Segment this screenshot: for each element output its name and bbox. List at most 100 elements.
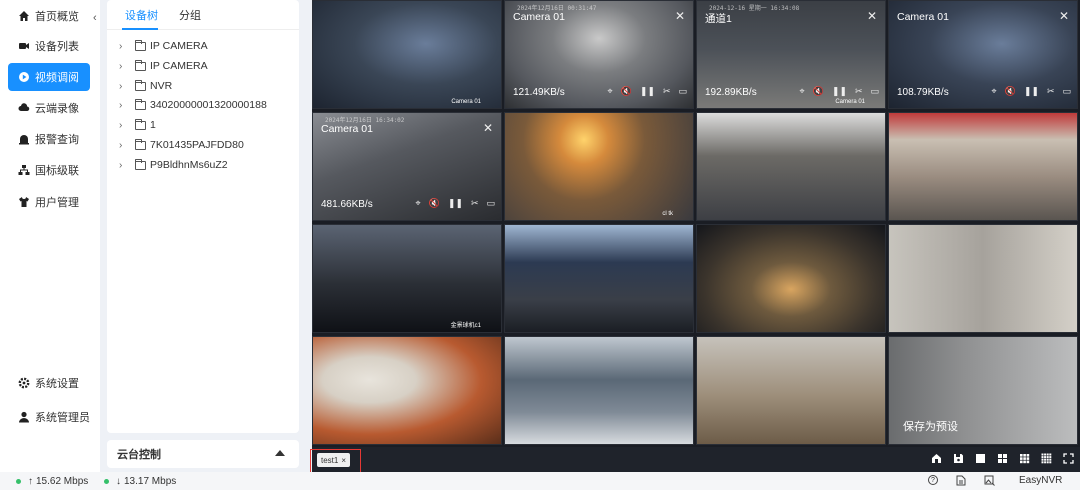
- nav-user-manage[interactable]: 用户管理: [8, 188, 90, 216]
- ptz-icon[interactable]: ⌖: [992, 86, 997, 97]
- nav-device-list[interactable]: 设备列表: [8, 32, 90, 60]
- cell-overlay-tag: 金景球机c1: [450, 323, 481, 329]
- nav-home[interactable]: 首页概览: [8, 2, 90, 30]
- video-grid: Camera 01 2024年12月16日 00:31:47 Camera 01 ✕ 1…: [312, 0, 1080, 447]
- mute-icon[interactable]: 🔇: [1005, 86, 1016, 97]
- video-cell[interactable]: 金景球机c1: [312, 224, 502, 333]
- snapshot-scissors-icon[interactable]: ✂: [1047, 86, 1055, 97]
- preset-chip-label: test1: [321, 455, 339, 465]
- collapse-sidebar-icon[interactable]: ‹: [93, 12, 97, 24]
- snapshot-scissors-icon[interactable]: ✂: [663, 86, 671, 97]
- pause-icon[interactable]: ❚❚: [640, 86, 655, 97]
- cell-controls: ⌖ 🔇 ❚❚ ✂ ▭: [608, 86, 687, 97]
- video-cell[interactable]: [696, 224, 886, 333]
- user-shirt-icon: [18, 196, 30, 208]
- pause-icon[interactable]: ❚❚: [448, 198, 463, 209]
- tree-node[interactable]: › IP CAMERA: [119, 37, 208, 55]
- nav-label: 云端录像: [35, 103, 79, 115]
- video-cell[interactable]: [504, 224, 694, 333]
- chevron-right-icon[interactable]: ›: [119, 81, 135, 92]
- tree-node[interactable]: › 1: [119, 116, 156, 134]
- home-layout-icon[interactable]: [931, 453, 942, 464]
- close-icon[interactable]: ✕: [1059, 9, 1069, 23]
- video-cell[interactable]: [888, 224, 1078, 333]
- video-cell[interactable]: [888, 112, 1078, 221]
- close-icon[interactable]: ✕: [483, 121, 493, 135]
- document-icon[interactable]: [956, 475, 966, 486]
- preset-chip[interactable]: test1 ×: [317, 453, 351, 467]
- cell-camera-name: Camera 01: [321, 123, 373, 135]
- video-cell[interactable]: [696, 336, 886, 445]
- record-icon[interactable]: ▭: [1062, 86, 1071, 97]
- video-cell[interactable]: Camera 01: [312, 0, 502, 109]
- mute-icon[interactable]: 🔇: [429, 198, 440, 209]
- record-icon[interactable]: ▭: [678, 86, 687, 97]
- video-cell[interactable]: [312, 336, 502, 445]
- help-icon[interactable]: ?: [928, 475, 938, 485]
- chevron-right-icon[interactable]: ›: [119, 160, 135, 171]
- video-cell[interactable]: cl tk: [504, 112, 694, 221]
- layout-9-icon[interactable]: [1019, 453, 1030, 464]
- nav-cloud-record[interactable]: 云端录像: [8, 94, 90, 122]
- nav-label: 首页概览: [35, 11, 79, 23]
- status-bar: ↑ 15.62 Mbps ↓ 13.17 Mbps ? EasyNVR: [0, 472, 1080, 490]
- tab-indicator: [122, 28, 158, 30]
- status-dot: [16, 479, 21, 484]
- video-cell[interactable]: 2024年12月16日 00:31:47 Camera 01 ✕ 121.49KB/s…: [504, 0, 694, 109]
- close-icon[interactable]: ✕: [867, 9, 877, 23]
- nav-label: 国标级联: [35, 165, 79, 177]
- sidebar: 首页概览 设备列表 视频调阅 云端录像 报警查询 国标级联 用户管理 系统设置 …: [0, 0, 100, 472]
- ptz-icon[interactable]: ⌖: [416, 198, 421, 209]
- tree-node[interactable]: › 7K01435PAJFDD80: [119, 136, 244, 154]
- tree-node[interactable]: › IP CAMERA: [119, 57, 208, 75]
- ptz-control-header[interactable]: 云台控制: [107, 440, 299, 468]
- record-icon[interactable]: ▭: [486, 198, 495, 209]
- video-cell[interactable]: 保存为预设: [888, 336, 1078, 445]
- fullscreen-icon[interactable]: [1063, 453, 1074, 464]
- tree-node[interactable]: › P9BldhnMs6uZ2: [119, 156, 228, 174]
- snapshot-scissors-icon[interactable]: ✂: [471, 198, 479, 209]
- nav-settings[interactable]: 系统设置: [8, 369, 90, 397]
- tree-node[interactable]: › NVR: [119, 77, 172, 95]
- pause-icon[interactable]: ❚❚: [1024, 86, 1039, 97]
- close-icon[interactable]: ×: [341, 456, 346, 465]
- layout-4-icon[interactable]: [997, 453, 1008, 464]
- save-preset-label[interactable]: 保存为预设: [903, 418, 958, 434]
- nav-cascade[interactable]: 国标级联: [8, 156, 90, 184]
- ptz-icon[interactable]: ⌖: [608, 86, 613, 97]
- tree-node-label: P9BldhnMs6uZ2: [150, 159, 228, 171]
- close-icon[interactable]: ✕: [675, 9, 685, 23]
- collapse-triangle-icon[interactable]: [275, 450, 285, 456]
- chevron-right-icon[interactable]: ›: [119, 140, 135, 151]
- tree-node[interactable]: › 34020000001320000188: [119, 96, 267, 114]
- snapshot-scissors-icon[interactable]: ✂: [855, 86, 863, 97]
- mute-icon[interactable]: 🔇: [813, 86, 824, 97]
- video-cell[interactable]: 2024-12-16 星期一 16:34:08 通道1 ✕ 192.89KB/s ⌖ 🔇 ❚…: [696, 0, 886, 109]
- layout-16-icon[interactable]: [1041, 453, 1052, 464]
- nav-admin[interactable]: 系统管理员: [8, 403, 90, 431]
- nav-video-view[interactable]: 视频调阅: [8, 63, 90, 91]
- video-cell[interactable]: Camera 01 ✕ 108.79KB/s ⌖ 🔇 ❚❚ ✂ ▭: [888, 0, 1078, 109]
- tab-group[interactable]: 分组: [179, 7, 201, 23]
- mute-icon[interactable]: 🔇: [621, 86, 632, 97]
- ptz-icon[interactable]: ⌖: [800, 86, 805, 97]
- upload-value: 15.62 Mbps: [36, 476, 89, 487]
- chevron-right-icon[interactable]: ›: [119, 41, 135, 52]
- tab-device-tree[interactable]: 设备树: [125, 7, 158, 23]
- pause-icon[interactable]: ❚❚: [832, 86, 847, 97]
- video-cell[interactable]: [696, 112, 886, 221]
- nav-label: 系统设置: [35, 378, 79, 390]
- nav-alarm[interactable]: 报警查询: [8, 125, 90, 153]
- save-icon[interactable]: [953, 453, 964, 464]
- image-export-icon[interactable]: [984, 475, 995, 486]
- chevron-right-icon[interactable]: ›: [119, 120, 135, 131]
- video-cell[interactable]: 2024年12月16日 16:34:02 Camera 01 ✕ 481.66KB/s…: [312, 112, 502, 221]
- chevron-right-icon[interactable]: ›: [119, 100, 135, 111]
- layout-1-icon[interactable]: [975, 453, 986, 464]
- record-icon[interactable]: ▭: [870, 86, 879, 97]
- chevron-right-icon[interactable]: ›: [119, 61, 135, 72]
- cell-controls: ⌖ 🔇 ❚❚ ✂ ▭: [800, 86, 879, 97]
- arrow-up-icon: ↑: [28, 476, 33, 487]
- cell-bitrate: 108.79KB/s: [897, 87, 949, 98]
- video-cell[interactable]: [504, 336, 694, 445]
